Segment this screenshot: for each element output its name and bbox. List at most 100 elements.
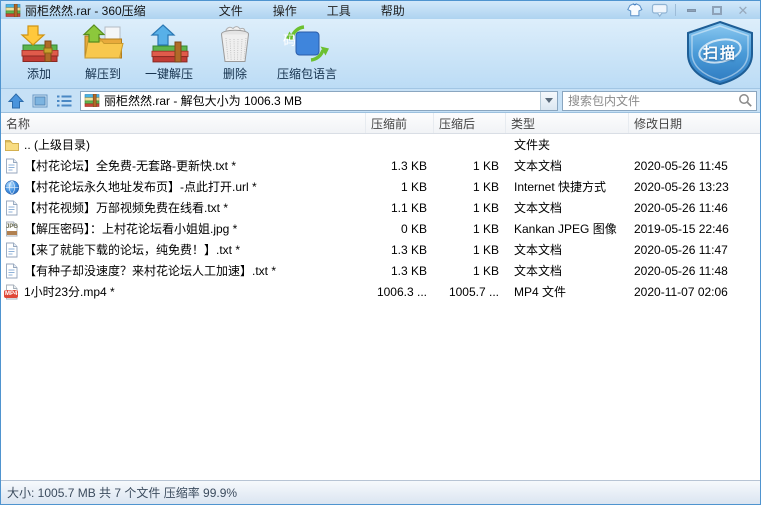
column-header-size-after[interactable]: 压缩后 <box>434 113 506 133</box>
extract-to-button-label: 解压到 <box>85 65 121 82</box>
file-name: 【村花论坛】全免费-无套路-更新快.txt * <box>24 157 236 174</box>
file-name: 【解压密码】：上村花论坛看小姐姐.jpg * <box>24 220 237 237</box>
file-name: 1小时23分.mp4 * <box>24 283 115 300</box>
file-date: 2020-05-26 11:45 <box>629 159 760 173</box>
file-date: 2020-11-07 02:06 <box>629 285 760 299</box>
size-after: 1 KB <box>434 159 506 173</box>
menu-operation[interactable]: 操作 <box>258 1 312 20</box>
window-title: 丽柜然然.rar - 360压缩 <box>25 2 146 19</box>
file-row[interactable]: JPG 【解压密码】：上村花论坛看小姐姐.jpg * 0 KB 1 KB Kan… <box>1 218 760 239</box>
size-after: 1 KB <box>434 243 506 257</box>
menu-bar: 文件 操作 工具 帮助 <box>204 1 420 20</box>
address-bar: 丽柜然然.rar - 解包大小为 1006.3 MB <box>1 89 760 113</box>
archive-language-button-label: 压缩包语言 <box>277 65 337 82</box>
archive-path-combobox[interactable]: 丽柜然然.rar - 解包大小为 1006.3 MB <box>80 91 558 111</box>
status-bar: 大小: 1005.7 MB 共 7 个文件 压缩率 99.9% <box>1 480 760 504</box>
size-before: 0 KB <box>366 222 434 236</box>
delete-trash-icon <box>213 23 257 65</box>
column-header-name[interactable]: 名称 <box>1 113 366 133</box>
file-date: 2020-05-26 11:46 <box>629 201 760 215</box>
size-after: 1 KB <box>434 201 506 215</box>
file-row[interactable]: 【有种子却没速度？来村花论坛人工加速】.txt * 1.3 KB 1 KB 文本… <box>1 260 760 281</box>
file-date: 2020-05-26 11:48 <box>629 264 760 278</box>
file-type: 文本文档 <box>506 157 629 174</box>
minimize-button[interactable] <box>678 2 704 18</box>
file-date: 2019-05-15 22:46 <box>629 222 760 236</box>
file-row[interactable]: MP4 1小时23分.mp4 * 1006.3 ... 1005.7 ... M… <box>1 281 760 302</box>
mp4-video-icon: MP4 <box>4 284 20 300</box>
file-type: 文本文档 <box>506 199 629 216</box>
text-file-icon <box>4 263 20 279</box>
delete-button[interactable]: 删除 <box>203 21 267 84</box>
file-row[interactable]: 【村花论坛】全免费-无套路-更新快.txt * 1.3 KB 1 KB 文本文档… <box>1 155 760 176</box>
archive-language-icon <box>285 23 329 65</box>
archive-language-button[interactable]: 码 压缩包语言 <box>267 21 347 84</box>
file-row[interactable]: 【村花视频】万部视频免费在线看.txt * 1.1 KB 1 KB 文本文档 2… <box>1 197 760 218</box>
file-name: 【村花视频】万部视频免费在线看.txt * <box>24 199 228 216</box>
archive-path-text: 丽柜然然.rar - 解包大小为 1006.3 MB <box>104 92 540 109</box>
file-type: Internet 快捷方式 <box>506 178 629 195</box>
status-summary: 大小: 1005.7 MB 共 7 个文件 压缩率 99.9% <box>7 484 237 501</box>
size-before: 1.1 KB <box>366 201 434 215</box>
parent-directory-row[interactable]: .. (上级目录) 文件夹 <box>1 134 760 155</box>
one-click-extract-button-label: 一键解压 <box>145 65 193 82</box>
file-row[interactable]: 【来了就能下载的论坛，纯免费！】.txt * 1.3 KB 1 KB 文本文档 … <box>1 239 760 260</box>
one-click-extract-button[interactable]: 一键解压 <box>135 21 203 84</box>
file-row[interactable]: 【村花论坛永久地址发布页】-点此打开.url * 1 KB 1 KB Inter… <box>1 176 760 197</box>
size-after: 1005.7 ... <box>434 285 506 299</box>
list-view-button[interactable] <box>52 91 76 111</box>
column-header-type[interactable]: 类型 <box>506 113 629 133</box>
search-input[interactable] <box>568 94 738 108</box>
scan-button-label: 扫描 <box>682 42 758 63</box>
feedback-icon[interactable] <box>647 2 673 18</box>
panel-view-icon <box>31 92 49 110</box>
size-after: 1 KB <box>434 180 506 194</box>
file-name: 【村花论坛永久地址发布页】-点此打开.url * <box>24 178 257 195</box>
search-icon[interactable] <box>738 93 753 108</box>
size-before: 1.3 KB <box>366 159 434 173</box>
title-bar-controls: ✕ <box>621 2 756 18</box>
archive-file-icon <box>84 94 100 107</box>
file-date: 2020-05-26 13:23 <box>629 180 760 194</box>
size-before: 1.3 KB <box>366 264 434 278</box>
text-file-icon <box>4 242 20 258</box>
app-window: 丽柜然然.rar - 360压缩 文件 操作 工具 帮助 ✕ <box>0 0 761 505</box>
up-arrow-icon <box>7 92 25 110</box>
scan-shield-button[interactable]: 扫描 <box>682 20 758 86</box>
go-up-button[interactable] <box>4 91 28 111</box>
skin-theme-icon[interactable] <box>621 2 647 18</box>
add-button[interactable]: 添加 <box>7 21 71 84</box>
file-type: 文件夹 <box>506 136 629 153</box>
search-box <box>562 91 757 111</box>
column-header-size-before[interactable]: 压缩前 <box>366 113 434 133</box>
app-logo-icon <box>5 4 21 17</box>
file-type: Kankan JPEG 图像 <box>506 220 629 237</box>
file-date: 2020-05-26 11:47 <box>629 243 760 257</box>
close-button[interactable]: ✕ <box>730 2 756 18</box>
menu-file[interactable]: 文件 <box>204 1 258 20</box>
one-click-extract-icon <box>147 23 191 65</box>
menu-help[interactable]: 帮助 <box>366 1 420 20</box>
extract-to-button[interactable]: 解压到 <box>71 21 135 84</box>
title-bar: 丽柜然然.rar - 360压缩 文件 操作 工具 帮助 ✕ <box>1 1 760 19</box>
menu-tools[interactable]: 工具 <box>312 1 366 20</box>
file-name: .. (上级目录) <box>24 136 90 153</box>
maximize-button[interactable] <box>704 2 730 18</box>
file-name: 【来了就能下载的论坛，纯免费！】.txt * <box>24 241 240 258</box>
delete-button-label: 删除 <box>223 65 247 82</box>
size-before: 1 KB <box>366 180 434 194</box>
internet-shortcut-icon <box>4 179 20 195</box>
folder-icon <box>4 137 20 153</box>
text-file-icon <box>4 200 20 216</box>
list-view-icon <box>55 92 73 110</box>
main-toolbar: 添加 解压到 一键解压 <box>1 19 760 89</box>
extract-to-icon <box>81 23 125 65</box>
view-mode-button[interactable] <box>28 91 52 111</box>
column-header-date[interactable]: 修改日期 <box>629 113 760 133</box>
path-dropdown-button[interactable] <box>540 92 557 110</box>
add-to-archive-icon <box>17 23 61 65</box>
chevron-down-icon <box>545 98 553 103</box>
file-list: .. (上级目录) 文件夹 【村花论坛】全免费-无套路-更新快.txt * 1.… <box>1 134 760 480</box>
file-type: 文本文档 <box>506 262 629 279</box>
text-file-icon <box>4 158 20 174</box>
